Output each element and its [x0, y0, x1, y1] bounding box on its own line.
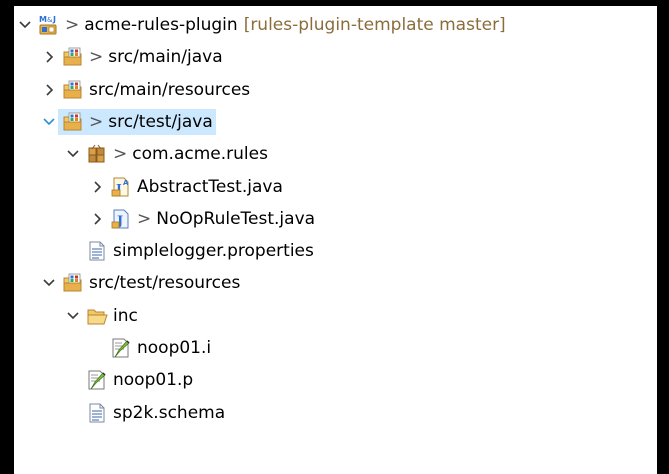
- tree-row[interactable]: M & J > acme-rules-plugin [rules-plugin-te…: [16, 10, 509, 40]
- tree-item-label: noop01.p: [113, 370, 194, 391]
- chevron-right-icon[interactable]: [88, 172, 106, 202]
- git-branch-decoration: [rules-plugin-template master]: [243, 15, 506, 35]
- properties-file-icon: [86, 240, 108, 262]
- tree-item[interactable]: noop01.i: [106, 335, 214, 361]
- chevron-down-icon[interactable]: [40, 107, 58, 137]
- source-folder-icon: [62, 111, 84, 133]
- tree-row[interactable]: src/main/resources: [40, 75, 253, 105]
- tree-row[interactable]: > src/test/java: [40, 107, 216, 137]
- tree-row[interactable]: J > NoOpRuleTest.java: [88, 204, 318, 234]
- project-explorer-tree[interactable]: M & J > acme-rules-plugin [rules-plugin-te…: [14, 6, 657, 474]
- tree-row[interactable]: > com.acme.rules: [64, 139, 271, 169]
- tree-item[interactable]: > src/test/java: [58, 108, 216, 135]
- package-icon: [86, 143, 108, 165]
- tree-item-label: com.acme.rules: [132, 144, 268, 165]
- chevron-down-icon[interactable]: [64, 139, 82, 169]
- tree-row[interactable]: noop01.p: [64, 365, 196, 395]
- tree-item-label: noop01.i: [137, 338, 212, 358]
- tree-row[interactable]: simplelogger.properties: [64, 236, 317, 266]
- tree-item-label: AbstractTest.java: [137, 176, 283, 197]
- chevron-right-icon[interactable]: [40, 75, 58, 105]
- tree-item-label: acme-rules-plugin: [84, 15, 238, 35]
- chevron-down-icon[interactable]: [40, 268, 58, 298]
- edit-file-icon: [86, 369, 108, 391]
- tree-row[interactable]: src/test/resources: [40, 268, 243, 298]
- edit-file-icon: [110, 337, 132, 359]
- tree-item[interactable]: sp2k.schema: [82, 400, 228, 426]
- abstract-java-class-icon: J A: [110, 176, 132, 198]
- chevron-right-icon[interactable]: [40, 42, 58, 72]
- dirty-marker: >: [89, 111, 104, 132]
- dirty-marker: >: [137, 208, 152, 229]
- properties-file-icon: [86, 402, 108, 424]
- svg-text:J: J: [52, 15, 56, 24]
- tree-item-label: simplelogger.properties: [113, 241, 314, 262]
- tree-row[interactable]: noop01.i: [88, 333, 214, 363]
- tree-row[interactable]: inc: [64, 301, 141, 331]
- chevron-down-icon[interactable]: [16, 10, 34, 40]
- tree-item-label: NoOpRuleTest.java: [156, 208, 316, 229]
- chevron-down-icon[interactable]: [64, 301, 82, 331]
- tree-item[interactable]: noop01.p: [82, 367, 196, 393]
- tree-item[interactable]: J A AbstractTest.java: [106, 174, 286, 200]
- java-file-icon: J: [110, 208, 132, 230]
- tree-item-label: src/test/java: [108, 111, 213, 132]
- tree-item-label: sp2k.schema: [113, 402, 226, 423]
- dirty-marker: >: [113, 144, 128, 165]
- tree-item[interactable]: inc: [82, 303, 141, 329]
- tree-row[interactable]: sp2k.schema: [64, 398, 228, 428]
- tree-item[interactable]: > src/main/java: [58, 44, 226, 70]
- tree-item[interactable]: simplelogger.properties: [82, 238, 317, 264]
- tree-item-label: inc: [113, 305, 138, 326]
- tree-row[interactable]: > src/main/java: [40, 42, 226, 72]
- tree-item[interactable]: > com.acme.rules: [82, 141, 271, 167]
- chevron-right-icon[interactable]: [88, 204, 106, 234]
- dirty-marker: >: [89, 47, 104, 68]
- source-folder-icon: [62, 46, 84, 68]
- source-folder-icon: [62, 79, 84, 101]
- tree-item-label: src/main/java: [108, 47, 223, 68]
- svg-text:M: M: [39, 15, 47, 24]
- project-icon: M & J: [38, 14, 60, 36]
- source-folder-icon: [62, 272, 84, 294]
- tree-item-label: src/main/resources: [89, 79, 251, 100]
- tree-item[interactable]: M & J > acme-rules-plugin [rules-plugin-te…: [34, 12, 509, 38]
- tree-item[interactable]: src/main/resources: [58, 77, 253, 103]
- svg-text:A: A: [123, 179, 129, 187]
- tree-item[interactable]: J > NoOpRuleTest.java: [106, 206, 318, 232]
- tree-item[interactable]: src/test/resources: [58, 270, 243, 296]
- tree-item-label: src/test/resources: [89, 273, 241, 294]
- open-folder-icon: [86, 305, 108, 327]
- dirty-marker: >: [65, 15, 80, 35]
- tree-row[interactable]: J A AbstractTest.java: [88, 172, 286, 202]
